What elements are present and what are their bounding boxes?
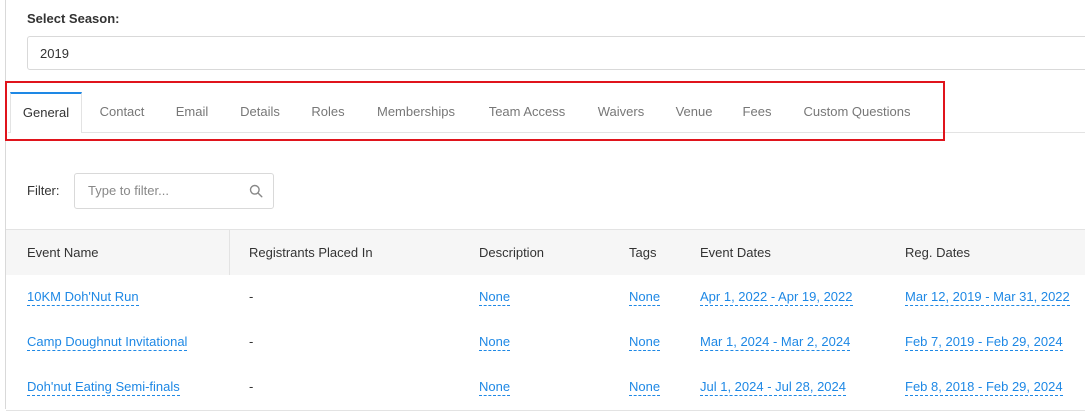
header-registrants[interactable]: Registrants Placed In — [249, 230, 373, 275]
event-name-link[interactable]: Doh'nut Eating Semi-finals — [27, 379, 180, 396]
tab-team-access[interactable]: Team Access — [484, 92, 570, 132]
season-select[interactable]: 2019 — [27, 36, 1085, 70]
tags-link[interactable]: None — [629, 379, 661, 396]
header-reg-dates[interactable]: Reg. Dates — [905, 230, 970, 275]
tab-roles[interactable]: Roles — [308, 92, 348, 132]
tags-link[interactable]: None — [629, 289, 661, 306]
description-link[interactable]: None — [479, 379, 511, 396]
event-name-link[interactable]: 10KM Doh'Nut Run — [27, 289, 139, 306]
filter-input[interactable]: Type to filter... — [74, 173, 274, 209]
reg-dates-link[interactable]: Feb 8, 2018 - Feb 29, 2024 — [905, 379, 1063, 396]
header-description[interactable]: Description — [479, 230, 544, 275]
search-icon[interactable] — [249, 184, 263, 198]
table-header: Event Name Registrants Placed In Descrip… — [6, 229, 1085, 276]
filter-label: Filter: — [27, 183, 60, 198]
tags-link[interactable]: None — [629, 334, 661, 351]
header-event-name[interactable]: Event Name — [27, 230, 99, 275]
table-row: Camp Doughnut Invitational - None None M… — [6, 320, 1085, 366]
table-row: 10KM Doh'Nut Run - None None Apr 1, 2022… — [6, 275, 1085, 321]
header-tags[interactable]: Tags — [629, 230, 656, 275]
table-row: Doh'nut Eating Semi-finals - None None J… — [6, 365, 1085, 411]
tab-details[interactable]: Details — [236, 92, 284, 132]
event-dates-link[interactable]: Jul 1, 2024 - Jul 28, 2024 — [700, 379, 846, 396]
event-name-link[interactable]: Camp Doughnut Invitational — [27, 334, 188, 351]
header-column-divider — [229, 230, 230, 275]
tab-contact[interactable]: Contact — [90, 92, 154, 132]
registrants-value: - — [249, 379, 254, 394]
description-link[interactable]: None — [479, 289, 511, 306]
tab-custom-questions[interactable]: Custom Questions — [798, 92, 916, 132]
header-event-dates[interactable]: Event Dates — [700, 230, 771, 275]
tab-fees[interactable]: Fees — [740, 92, 774, 132]
tab-general[interactable]: General — [10, 92, 82, 133]
tab-venue[interactable]: Venue — [672, 92, 716, 132]
reg-dates-link[interactable]: Mar 12, 2019 - Mar 31, 2022 — [905, 289, 1070, 306]
description-link[interactable]: None — [479, 334, 511, 351]
tab-bar: General Contact Email Details Roles Memb… — [8, 92, 1085, 133]
tab-email[interactable]: Email — [170, 92, 214, 132]
filter-placeholder: Type to filter... — [88, 183, 169, 198]
tab-memberships[interactable]: Memberships — [372, 92, 460, 132]
registrants-value: - — [249, 289, 254, 304]
reg-dates-link[interactable]: Feb 7, 2019 - Feb 29, 2024 — [905, 334, 1063, 351]
event-dates-link[interactable]: Mar 1, 2024 - Mar 2, 2024 — [700, 334, 851, 351]
registrants-value: - — [249, 334, 254, 349]
tab-waivers[interactable]: Waivers — [594, 92, 648, 132]
season-label: Select Season: — [27, 11, 120, 26]
event-dates-link[interactable]: Apr 1, 2022 - Apr 19, 2022 — [700, 289, 853, 306]
